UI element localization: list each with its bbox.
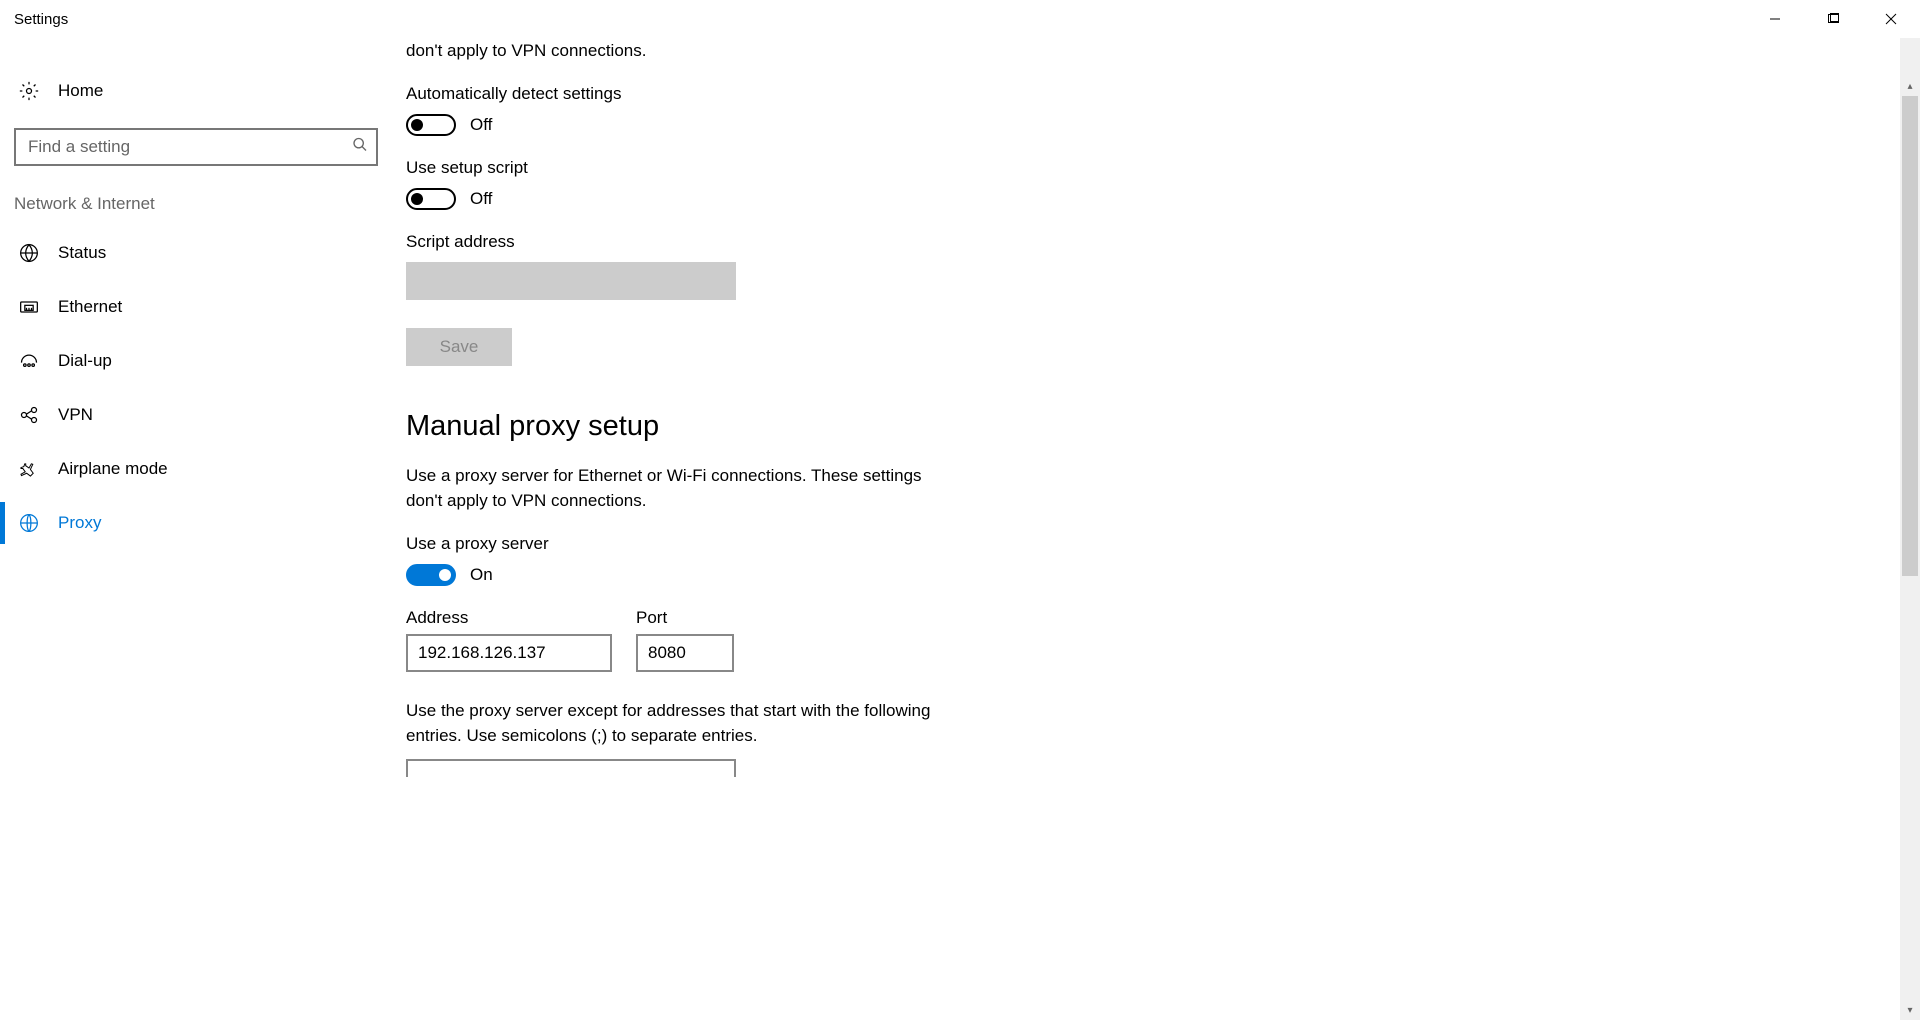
airplane-icon	[18, 458, 40, 480]
manual-intro-text: Use a proxy server for Ethernet or Wi-Fi…	[406, 463, 936, 514]
sidebar-item-label: Ethernet	[58, 297, 122, 317]
maximize-button[interactable]	[1804, 0, 1862, 38]
use-script-toggle[interactable]	[406, 188, 456, 210]
sidebar-item-airplane[interactable]: Airplane mode	[0, 442, 392, 496]
proxy-icon	[18, 512, 40, 534]
sidebar-item-dialup[interactable]: Dial-up	[0, 334, 392, 388]
scroll-down-icon[interactable]: ▾	[1900, 1000, 1920, 1020]
sidebar-item-label: Airplane mode	[58, 459, 168, 479]
script-address-label: Script address	[406, 232, 1906, 252]
script-address-input	[406, 262, 736, 300]
auto-detect-toggle[interactable]	[406, 114, 456, 136]
use-proxy-state: On	[470, 565, 493, 585]
ethernet-icon	[18, 296, 40, 318]
use-proxy-label: Use a proxy server	[406, 534, 1906, 554]
use-script-label: Use setup script	[406, 158, 1906, 178]
sidebar-item-proxy[interactable]: Proxy	[0, 496, 392, 550]
globe-icon	[18, 242, 40, 264]
home-button[interactable]: Home	[0, 68, 392, 114]
close-button[interactable]	[1862, 0, 1920, 38]
use-script-state: Off	[470, 189, 492, 209]
address-label: Address	[406, 608, 612, 628]
save-button: Save	[406, 328, 512, 366]
auto-detect-label: Automatically detect settings	[406, 84, 1906, 104]
except-text: Use the proxy server except for addresse…	[406, 698, 936, 749]
auto-intro-text: don't apply to VPN connections.	[406, 38, 1906, 64]
vpn-icon	[18, 404, 40, 426]
gear-icon	[18, 80, 40, 102]
sidebar-section-title: Network & Internet	[0, 194, 392, 226]
titlebar: Settings	[0, 0, 1920, 38]
sidebar-item-status[interactable]: Status	[0, 226, 392, 280]
except-input[interactable]	[406, 759, 736, 777]
use-proxy-toggle[interactable]	[406, 564, 456, 586]
auto-detect-state: Off	[470, 115, 492, 135]
address-input[interactable]	[406, 634, 612, 672]
port-input[interactable]	[636, 634, 734, 672]
manual-heading: Manual proxy setup	[406, 410, 1906, 443]
main-panel: don't apply to VPN connections. Automati…	[392, 38, 1920, 1020]
window-controls	[1746, 0, 1920, 38]
sidebar-item-vpn[interactable]: VPN	[0, 388, 392, 442]
scrollbar-thumb[interactable]	[1902, 96, 1918, 576]
sidebar-item-label: Dial-up	[58, 351, 112, 371]
scrollbar[interactable]: ▴ ▾	[1900, 38, 1920, 1020]
dialup-icon	[18, 350, 40, 372]
home-label: Home	[58, 81, 103, 101]
sidebar-item-label: VPN	[58, 405, 93, 425]
minimize-button[interactable]	[1746, 0, 1804, 38]
sidebar: Home Network & Internet Status Ethernet	[0, 38, 392, 1020]
sidebar-item-label: Status	[58, 243, 106, 263]
window-title: Settings	[14, 11, 68, 28]
search-input[interactable]	[14, 128, 378, 166]
port-label: Port	[636, 608, 734, 628]
sidebar-item-ethernet[interactable]: Ethernet	[0, 280, 392, 334]
scroll-up-icon[interactable]: ▴	[1900, 76, 1920, 96]
sidebar-item-label: Proxy	[58, 513, 101, 533]
